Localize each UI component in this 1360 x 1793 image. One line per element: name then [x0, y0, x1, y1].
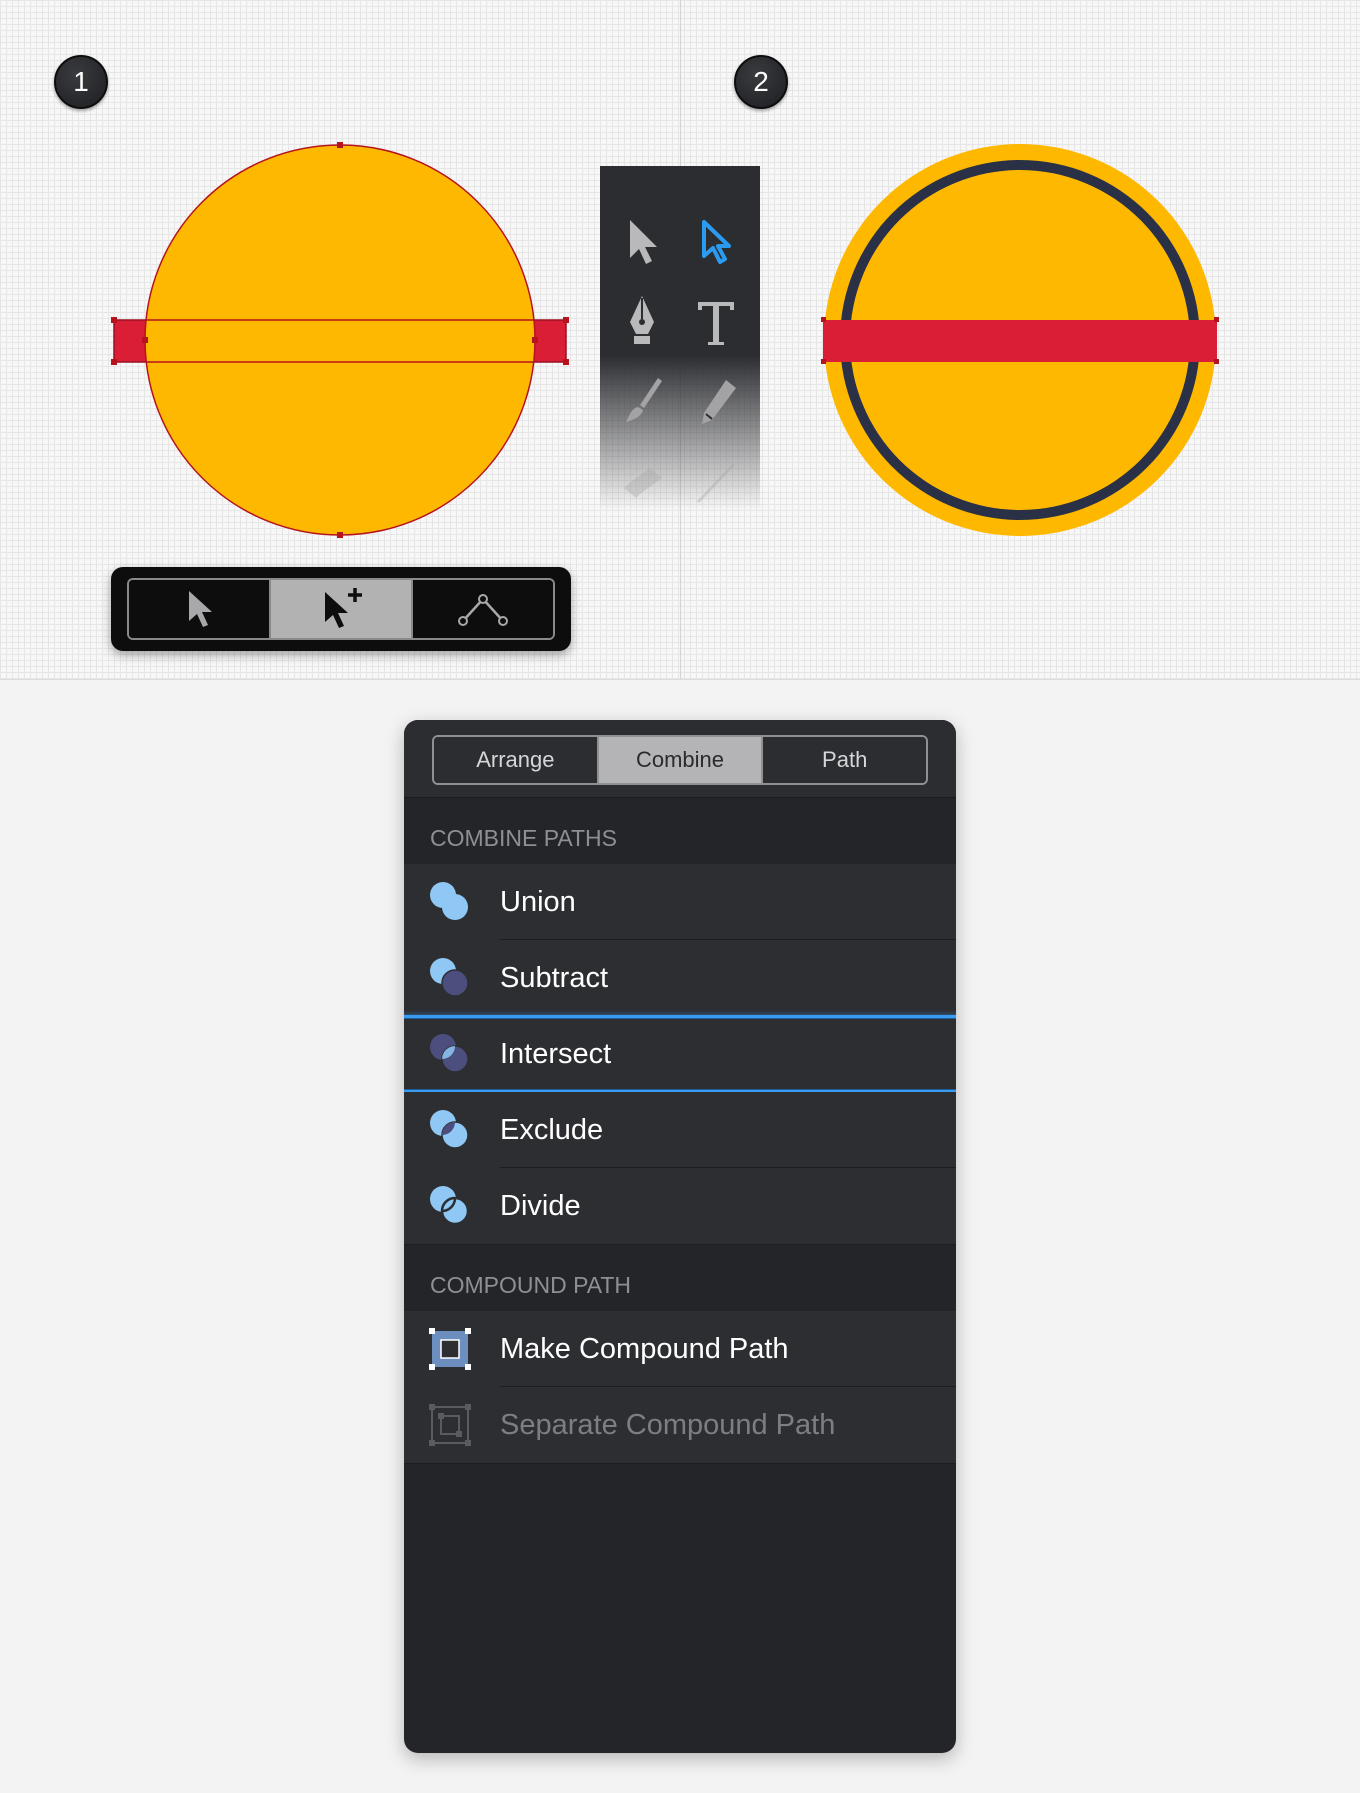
exclude-label: Exclude — [500, 1114, 604, 1146]
separate-compound-path-icon — [429, 1404, 471, 1446]
brush-tool-icon[interactable] — [610, 370, 674, 434]
divide-row[interactable]: Divide — [404, 1168, 956, 1244]
exclude-row[interactable]: Exclude — [404, 1092, 956, 1168]
tools-palette — [600, 166, 760, 510]
union-row[interactable]: Union — [404, 864, 956, 940]
selection-highlight — [404, 1015, 956, 1093]
combine-paths-header: COMBINE PATHS — [404, 798, 956, 864]
tab-arrange[interactable]: Arrange — [434, 737, 599, 783]
line-tool-icon[interactable] — [684, 450, 748, 514]
subtract-label: Subtract — [500, 962, 608, 994]
tab-path[interactable]: Path — [763, 737, 926, 783]
separate-compound-path-row: Separate Compound Path — [404, 1387, 956, 1463]
tab-combine[interactable]: Combine — [598, 737, 764, 783]
node-edit-icon — [458, 594, 508, 626]
direct-selection-tool-icon[interactable] — [684, 210, 748, 274]
step2-artwork — [821, 144, 1219, 536]
step1-artwork — [111, 142, 569, 538]
union-label: Union — [500, 886, 576, 918]
make-compound-path-label: Make Compound Path — [500, 1333, 789, 1365]
inspector-panel: Arrange Combine Path COMBINE PATHS Union… — [404, 720, 956, 1753]
subtract-row[interactable]: Subtract — [404, 940, 956, 1016]
yellow-circle — [144, 144, 536, 536]
text-tool-icon[interactable] — [684, 290, 748, 354]
tab-bar: Arrange Combine Path — [432, 735, 928, 785]
tabs-area: Arrange Combine Path — [404, 720, 956, 798]
add-to-selection-button[interactable] — [271, 580, 413, 638]
compound-path-header: COMPOUND PATH — [404, 1245, 956, 1311]
combine-paths-header-label: COMBINE PATHS — [430, 825, 617, 851]
select-mode-button[interactable] — [129, 580, 271, 638]
add-to-selection-icon — [325, 588, 362, 628]
intersect-icon — [430, 1034, 469, 1073]
group-separator — [404, 1463, 956, 1464]
artboard-canvas: 1 2 — [0, 0, 1360, 680]
intersect-row[interactable]: Intersect — [404, 1015, 956, 1093]
make-compound-path-icon — [429, 1328, 471, 1370]
selection-mode-segmented-control — [127, 578, 555, 640]
red-band — [823, 320, 1217, 362]
intersect-label: Intersect — [500, 1038, 612, 1070]
select-arrow-icon — [189, 591, 212, 627]
step-badge-2: 2 — [734, 55, 788, 109]
make-compound-path-row[interactable]: Make Compound Path — [404, 1311, 956, 1387]
subtract-icon — [430, 958, 469, 997]
union-icon — [430, 882, 468, 920]
step-badge-1: 1 — [54, 55, 108, 109]
divide-icon — [430, 1186, 470, 1226]
selection-tool-icon[interactable] — [610, 210, 674, 274]
compound-path-header-label: COMPOUND PATH — [430, 1272, 632, 1298]
pencil-tool-icon[interactable] — [684, 370, 748, 434]
divide-label: Divide — [500, 1190, 581, 1222]
pen-tool-icon[interactable] — [610, 290, 674, 354]
selection-mode-bar — [111, 567, 571, 651]
eraser-tool-icon[interactable] — [610, 450, 674, 514]
node-edit-button[interactable] — [413, 580, 553, 638]
exclude-icon — [430, 1110, 469, 1149]
separate-compound-path-label: Separate Compound Path — [500, 1409, 836, 1441]
